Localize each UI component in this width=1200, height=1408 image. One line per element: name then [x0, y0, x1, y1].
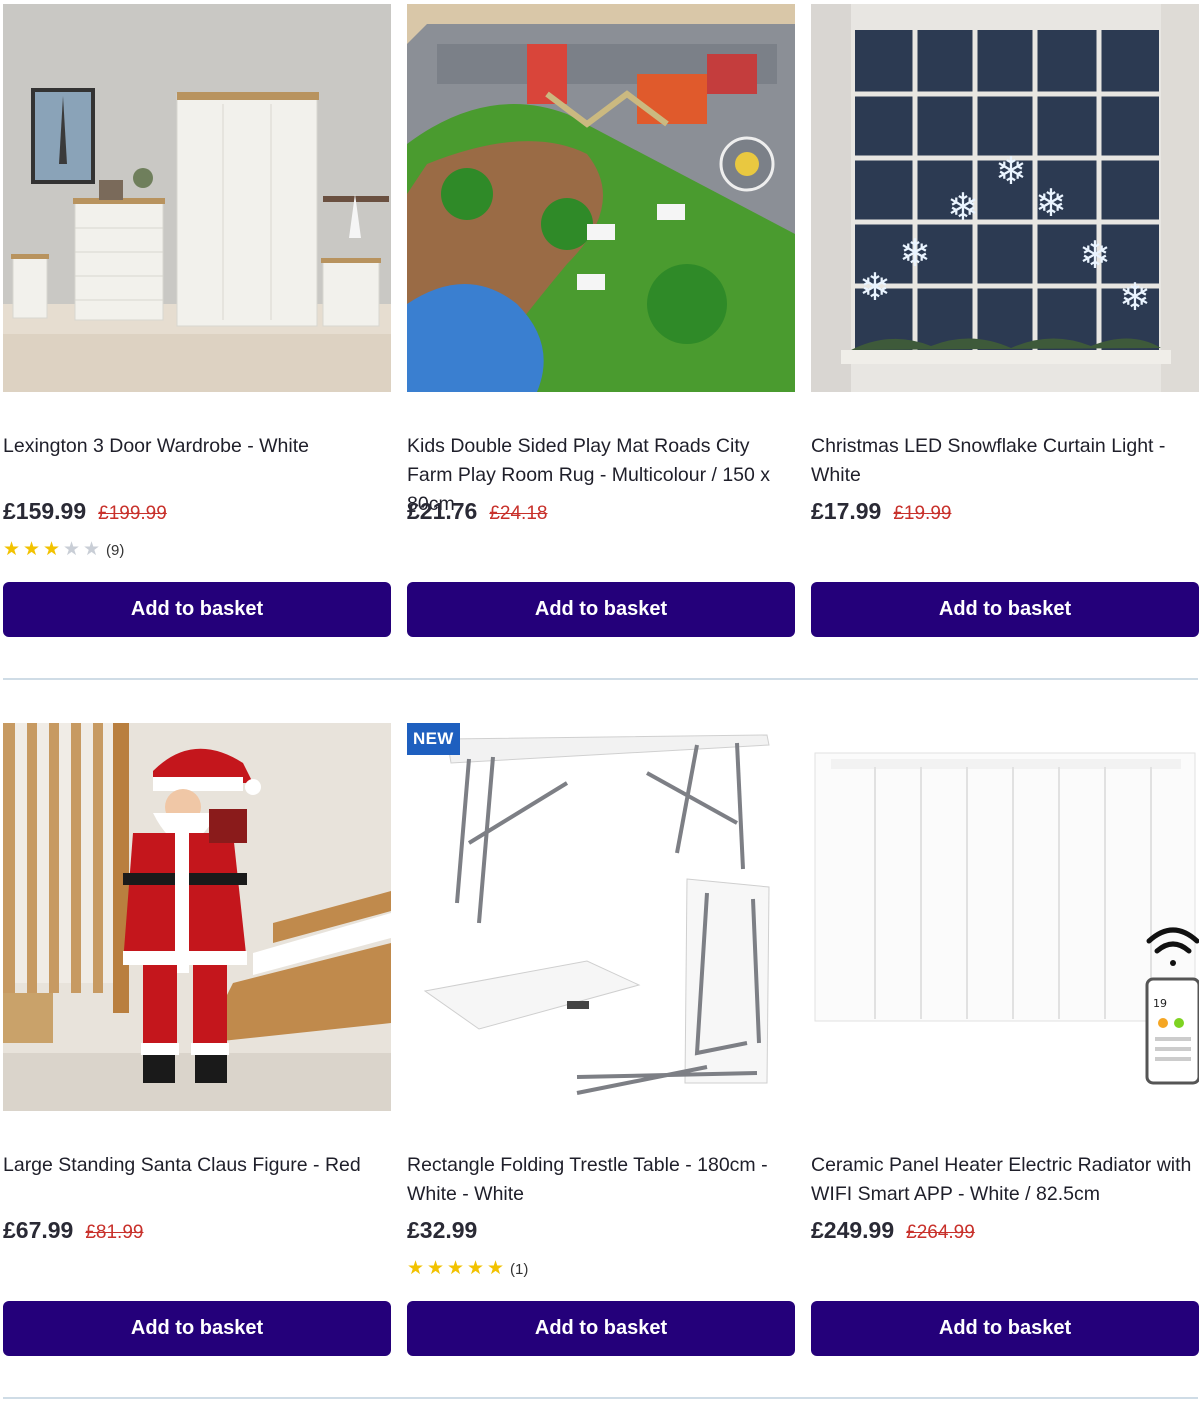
product-title[interactable]: Rectangle Folding Trestle Table - 180cm … [407, 1151, 795, 1209]
product-prices: £159.99 £199.99 [3, 498, 167, 528]
product-card: Kids Double Sided Play Mat Roads City Fa… [407, 4, 795, 640]
row-divider [3, 678, 1198, 680]
product-prices: £17.99 £19.99 [811, 498, 951, 528]
product-title[interactable]: Christmas LED Snowflake Curtain Light - … [811, 432, 1199, 490]
current-price: £159.99 [3, 498, 87, 524]
svg-text:❄: ❄ [1035, 181, 1067, 225]
panel-heater-image: 19 [811, 723, 1199, 1111]
product-card: Large Standing Santa Claus Figure - Red … [3, 723, 391, 1359]
product-prices: £32.99 [407, 1217, 477, 1247]
product-row: Lexington 3 Door Wardrobe - White £159.9… [0, 4, 1200, 684]
product-card: NEW Rectangle Folding Trestle Table - 18… [407, 723, 795, 1359]
star-rating[interactable]: ★ ★ ★ ★ ★ (1) [407, 1259, 528, 1279]
product-title[interactable]: Large Standing Santa Claus Figure - Red [3, 1151, 391, 1180]
star-icon: ★ [83, 539, 101, 560]
was-price: £81.99 [85, 1222, 144, 1243]
star-rating[interactable]: ★ ★ ★ ★ ★ (9) [3, 540, 124, 560]
current-price: £17.99 [811, 498, 882, 524]
was-price: £19.99 [893, 503, 952, 524]
svg-text:❄: ❄ [1119, 275, 1151, 319]
product-image[interactable]: ❄ ❄ ❄ ❄ ❄ ❄ ❄ [811, 4, 1199, 392]
review-count: (1) [510, 1260, 529, 1278]
product-image[interactable]: NEW [407, 723, 795, 1111]
new-badge: NEW [407, 723, 460, 755]
star-icon: ★ [447, 1258, 465, 1279]
was-price: £199.99 [98, 503, 167, 524]
add-to-basket-button[interactable]: Add to basket [407, 1301, 795, 1356]
svg-text:❄: ❄ [995, 149, 1027, 193]
current-price: £21.76 [407, 498, 478, 524]
product-title[interactable]: Ceramic Panel Heater Electric Radiator w… [811, 1151, 1199, 1209]
add-to-basket-button[interactable]: Add to basket [811, 582, 1199, 637]
play-mat-image [407, 4, 795, 392]
svg-text:❄: ❄ [1079, 233, 1111, 277]
add-to-basket-button[interactable]: Add to basket [3, 1301, 391, 1356]
svg-text:❄: ❄ [859, 265, 891, 309]
star-icon: ★ [407, 1258, 425, 1279]
product-image[interactable] [407, 4, 795, 392]
wardrobe-image [3, 4, 391, 392]
product-prices: £249.99 £264.99 [811, 1217, 975, 1247]
current-price: £67.99 [3, 1217, 74, 1243]
snowflake-lights-image: ❄ ❄ ❄ ❄ ❄ ❄ ❄ [811, 4, 1199, 392]
current-price: £249.99 [811, 1217, 895, 1243]
product-row: Large Standing Santa Claus Figure - Red … [0, 723, 1200, 1403]
product-card: 19 Ceramic Panel Heater Electric Radiato… [811, 723, 1199, 1359]
product-prices: £67.99 £81.99 [3, 1217, 143, 1247]
add-to-basket-button[interactable]: Add to basket [3, 582, 391, 637]
svg-text:❄: ❄ [899, 231, 931, 275]
product-card: ❄ ❄ ❄ ❄ ❄ ❄ ❄ Christmas LED Snowflake Cu… [811, 4, 1199, 640]
phone-temp-text: 19 [1153, 997, 1167, 1010]
add-to-basket-button[interactable]: Add to basket [407, 582, 795, 637]
product-image[interactable] [3, 723, 391, 1111]
product-image[interactable] [3, 4, 391, 392]
review-count: (9) [106, 541, 125, 559]
star-icon: ★ [23, 539, 41, 560]
was-price: £264.99 [906, 1222, 975, 1243]
product-title[interactable]: Lexington 3 Door Wardrobe - White [3, 432, 391, 461]
add-to-basket-button[interactable]: Add to basket [811, 1301, 1199, 1356]
star-icon: ★ [427, 1258, 445, 1279]
product-prices: £21.76 £24.18 [407, 498, 547, 528]
star-icon: ★ [3, 539, 21, 560]
current-price: £32.99 [407, 1217, 478, 1243]
svg-text:❄: ❄ [947, 185, 979, 229]
star-icon: ★ [487, 1258, 505, 1279]
row-divider [3, 1397, 1198, 1399]
star-icon: ★ [467, 1258, 485, 1279]
was-price: £24.18 [489, 503, 548, 524]
product-card: Lexington 3 Door Wardrobe - White £159.9… [3, 4, 391, 640]
product-image[interactable]: 19 [811, 723, 1199, 1111]
star-icon: ★ [63, 539, 81, 560]
star-icon: ★ [43, 539, 61, 560]
santa-figure-image [3, 723, 391, 1111]
folding-table-image [407, 723, 795, 1111]
